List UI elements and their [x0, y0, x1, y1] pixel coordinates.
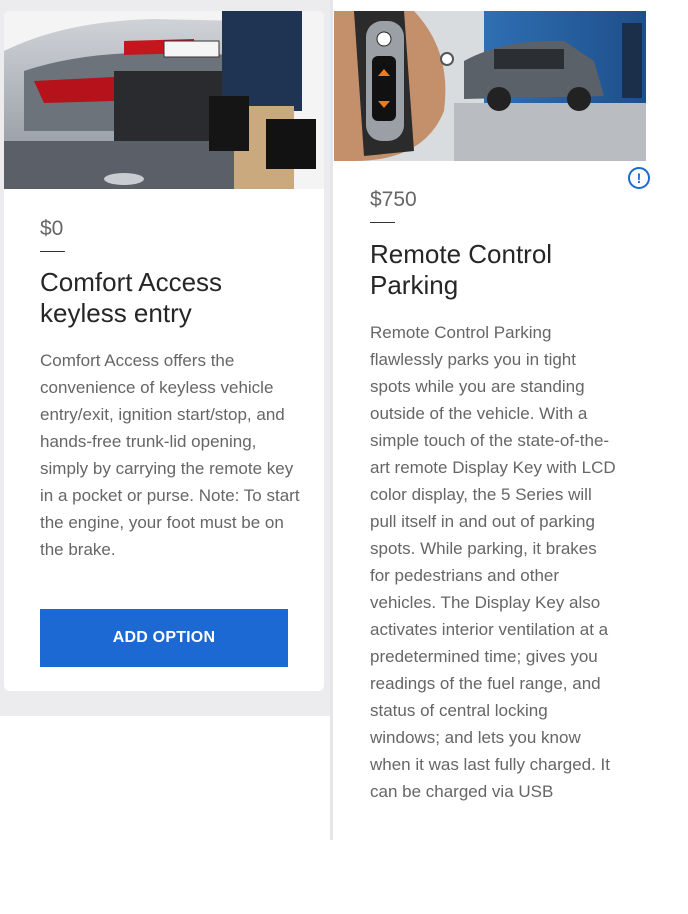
option-description: Comfort Access offers the convenience of… — [40, 351, 300, 559]
add-option-button[interactable]: ADD OPTION — [40, 609, 288, 667]
price-divider — [40, 251, 65, 252]
price-divider — [370, 222, 395, 223]
display-key-photo — [334, 11, 646, 161]
option-description: Remote Control Parking flawlessly parks … — [370, 323, 616, 801]
option-price: $750 — [370, 188, 417, 211]
info-icon[interactable]: ! — [628, 167, 650, 189]
option-title: Comfort Access keyless entry — [40, 267, 223, 328]
option-card-remote-parking: $750 Remote Control Parking Remote Contr… — [334, 11, 646, 840]
option-title: Remote Control Parking — [370, 239, 553, 300]
car-trunk-photo — [4, 11, 324, 189]
option-card-comfort-access: $0 Comfort Access keyless entry Comfort … — [4, 11, 324, 691]
column-divider — [330, 0, 333, 840]
option-price: $0 — [40, 217, 64, 240]
